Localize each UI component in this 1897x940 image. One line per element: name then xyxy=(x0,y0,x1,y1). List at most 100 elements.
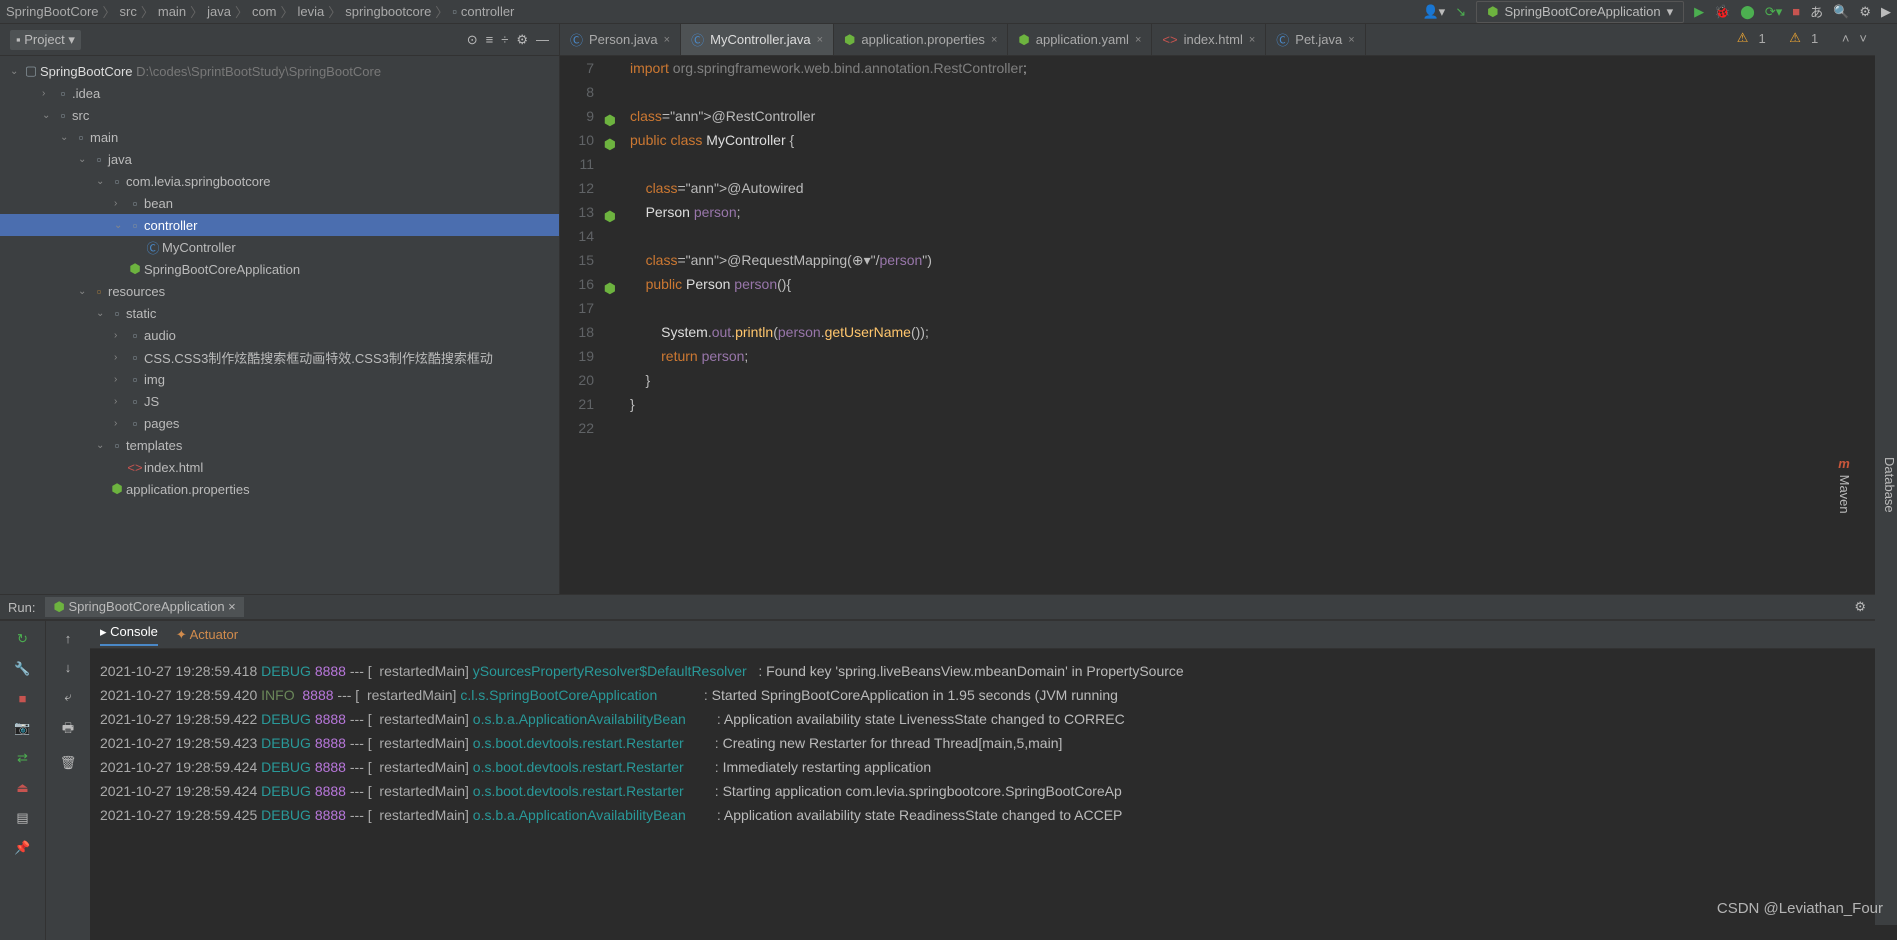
breadcrumb-item[interactable]: springbootcore xyxy=(345,4,431,19)
collapse-icon[interactable]: ÷ xyxy=(501,32,508,48)
tree-row[interactable]: ›▫audio xyxy=(0,324,559,346)
tree-row[interactable]: ⬢SpringBootCoreApplication xyxy=(0,258,559,280)
run-toolbar-console: ↑ ↓ ⤶ 🖶 🗑 xyxy=(45,621,90,940)
tree-row[interactable]: ›▫CSS.CSS3制作炫酷搜索框动画特效.CSS3制作炫酷搜索框动 xyxy=(0,346,559,368)
locate-icon[interactable]: ⊙ xyxy=(467,32,478,48)
editor-tab[interactable]: ⒸPerson.java× xyxy=(560,24,681,55)
warning-icon: ⚠ xyxy=(1789,30,1801,46)
tab-actuator-label: Actuator xyxy=(190,627,238,642)
breadcrumb-item[interactable]: java xyxy=(207,4,231,19)
breadcrumb-item[interactable]: com xyxy=(252,4,277,19)
run-panel-header: Run: ⬢ SpringBootCoreApplication × ⚙ — xyxy=(0,594,1897,620)
tree-row[interactable]: ⌄▫resources xyxy=(0,280,559,302)
hide-icon[interactable]: — xyxy=(536,32,549,48)
breadcrumb[interactable]: SpringBootCore〉src〉main〉java〉com〉levia〉s… xyxy=(6,2,1422,21)
chevron-down-icon: ▾ xyxy=(1667,4,1674,20)
chevron-down-icon[interactable]: ˅ xyxy=(1859,31,1867,46)
close-icon[interactable]: × xyxy=(991,34,997,46)
tree-row[interactable]: ›▫img xyxy=(0,368,559,390)
tree-row[interactable]: ⌄▫controller xyxy=(0,214,559,236)
chevron-up-icon[interactable]: ˄ xyxy=(1842,31,1850,46)
project-tree[interactable]: ⌄ ▢ SpringBootCore D:\codes\SprintBootSt… xyxy=(0,56,559,594)
tool-maven[interactable]: m Maven xyxy=(1837,456,1852,514)
breadcrumb-item[interactable]: levia xyxy=(298,4,325,19)
project-root-name: SpringBootCore xyxy=(40,64,133,79)
run-config-name: SpringBootCoreApplication xyxy=(1504,4,1660,19)
code-text[interactable]: import org.springframework.web.bind.anno… xyxy=(620,56,1897,594)
gutter[interactable]: 789⬢10⬢111213⬢141516⬢171819202122 xyxy=(560,56,620,594)
project-sidebar: ▪ Project ▾ ⊙ ≡ ÷ ⚙ — ⌄ ▢ SpringBootCore… xyxy=(0,24,560,594)
close-icon[interactable]: × xyxy=(1249,34,1255,46)
tree-row[interactable]: ⌄▫src xyxy=(0,104,559,126)
print-icon[interactable]: 🖶 xyxy=(62,719,74,741)
gear-icon[interactable]: ⚙ xyxy=(516,32,528,48)
tree-row[interactable]: ›▫.idea xyxy=(0,82,559,104)
close-icon[interactable]: × xyxy=(1348,34,1354,46)
code-editor[interactable]: 789⬢10⬢111213⬢141516⬢171819202122 import… xyxy=(560,56,1897,594)
editor-tab[interactable]: ⬢application.properties× xyxy=(834,24,1008,55)
tree-row[interactable]: ⌄▫static xyxy=(0,302,559,324)
tab-console-label: Console xyxy=(110,624,158,639)
camera-icon[interactable]: 📷 xyxy=(14,720,30,736)
translate-icon[interactable]: あ xyxy=(1810,2,1823,21)
tree-row[interactable]: ⌄▫java xyxy=(0,148,559,170)
close-icon[interactable]: × xyxy=(664,34,670,46)
debug-icon[interactable]: 🐞 xyxy=(1714,4,1730,20)
tree-row[interactable]: ⒸMyController xyxy=(0,236,559,258)
breadcrumb-item[interactable]: controller xyxy=(461,4,514,19)
tree-row[interactable]: ⌄▫templates xyxy=(0,434,559,456)
gear-icon[interactable]: ⚙ xyxy=(1854,599,1866,615)
hammer-icon[interactable]: ↘ xyxy=(1455,4,1466,20)
breadcrumb-item[interactable]: main xyxy=(158,4,186,19)
tree-row[interactable]: ›▫bean xyxy=(0,192,559,214)
editor-tab[interactable]: ⒸPet.java× xyxy=(1266,24,1365,55)
stop-icon[interactable]: ■ xyxy=(19,691,27,706)
profile-icon[interactable]: ⟳▾ xyxy=(1765,4,1782,20)
tree-row[interactable]: ⌄▫main xyxy=(0,126,559,148)
exit-icon[interactable]: ⏏ xyxy=(16,780,28,796)
expand-icon[interactable]: ≡ xyxy=(486,32,494,48)
toolbox-icon[interactable]: ▶ xyxy=(1881,4,1891,20)
tree-row[interactable]: ›▫JS xyxy=(0,390,559,412)
layout-icon[interactable]: ▤ xyxy=(16,810,28,826)
wrench-icon[interactable]: 🔧 xyxy=(14,661,30,677)
inspection-widget[interactable]: ⚠1 ⚠1 ˄ ˅ xyxy=(1737,30,1867,46)
tab-actuator[interactable]: ✦ Actuator xyxy=(176,627,238,643)
run-icon[interactable]: ▶ xyxy=(1694,4,1704,20)
editor-tab[interactable]: <>index.html× xyxy=(1152,24,1266,55)
tab-console[interactable]: ▸ Console xyxy=(100,624,158,646)
run-target-tab[interactable]: ⬢ SpringBootCoreApplication × xyxy=(45,597,243,617)
up-icon[interactable]: ↑ xyxy=(65,631,72,646)
breadcrumb-item[interactable]: SpringBootCore xyxy=(6,4,99,19)
tree-row[interactable]: ⬢application.properties xyxy=(0,478,559,500)
vcs-icon[interactable]: 👤▾ xyxy=(1422,4,1445,20)
tree-root[interactable]: ⌄ ▢ SpringBootCore D:\codes\SprintBootSt… xyxy=(0,60,559,82)
search-icon[interactable]: 🔍 xyxy=(1833,4,1849,20)
run-target-name: SpringBootCoreApplication xyxy=(68,599,224,614)
stop-icon[interactable]: ■ xyxy=(1792,4,1800,19)
run-config-selector[interactable]: ⬢ SpringBootCoreApplication ▾ xyxy=(1476,1,1684,23)
editor-tab[interactable]: ⬢application.yaml× xyxy=(1008,24,1152,55)
tree-row[interactable]: ›▫pages xyxy=(0,412,559,434)
wrap-icon[interactable]: ⤶ xyxy=(64,689,71,705)
restart-icon[interactable]: ⇄ xyxy=(17,750,28,766)
clear-icon[interactable]: 🗑 xyxy=(60,755,77,771)
rerun-icon[interactable]: ↻ xyxy=(17,631,28,647)
close-icon[interactable]: × xyxy=(817,34,823,46)
run-subtabs: ▸ Console ✦ Actuator xyxy=(90,621,1897,649)
project-panel-title: Project xyxy=(24,32,64,47)
breadcrumb-item[interactable]: src xyxy=(120,4,137,19)
project-tool-icon[interactable]: ▪ Project ▾ xyxy=(10,30,81,50)
tree-row[interactable]: <>index.html xyxy=(0,456,559,478)
right-tool-strip: Database m Maven xyxy=(1875,24,1897,925)
tree-row[interactable]: ⌄▫com.levia.springbootcore xyxy=(0,170,559,192)
settings-icon[interactable]: ⚙ xyxy=(1859,4,1871,20)
down-icon[interactable]: ↓ xyxy=(65,660,72,675)
watermark: CSDN @Leviathan_Four xyxy=(1717,900,1883,917)
editor-tab[interactable]: ⒸMyController.java× xyxy=(681,24,834,55)
console-output[interactable]: 2021-10-27 19:28:59.418 DEBUG 8888 --- [… xyxy=(90,649,1897,940)
close-icon[interactable]: × xyxy=(1135,34,1141,46)
pin-icon[interactable]: 📌 xyxy=(14,840,30,856)
coverage-icon[interactable]: ⬤ xyxy=(1740,4,1755,20)
tool-database[interactable]: Database xyxy=(1882,457,1897,513)
